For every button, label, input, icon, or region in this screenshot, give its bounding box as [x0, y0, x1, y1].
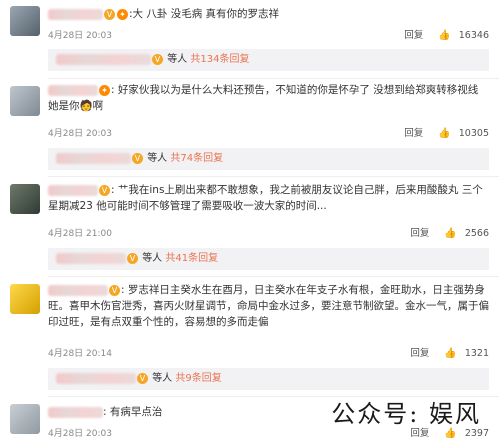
- reply-summary[interactable]: V 等人 共9条回复: [48, 368, 489, 390]
- username-blurred[interactable]: [48, 284, 108, 296]
- comment-actions: 回复 👍 2566: [404, 225, 489, 239]
- comment-actions: 回复 👍 1321: [404, 345, 489, 359]
- like-button[interactable]: 👍 1321: [438, 348, 489, 359]
- comment-actions: 回复 👍 16346: [398, 27, 489, 41]
- like-button[interactable]: 👍 2397: [438, 428, 489, 439]
- like-button[interactable]: 👍 2566: [438, 228, 489, 239]
- reply-button[interactable]: 回复: [404, 128, 423, 139]
- view-replies-link[interactable]: 共134条回复: [190, 54, 249, 65]
- reply-button[interactable]: 回复: [404, 30, 423, 41]
- avatar-emoji-icon: 🧑: [79, 100, 93, 112]
- username-blurred[interactable]: [48, 184, 98, 196]
- thumbs-up-icon: 👍: [438, 128, 451, 139]
- timestamp: 4月28日 20:03: [48, 31, 112, 41]
- avatar[interactable]: [10, 86, 40, 116]
- like-button[interactable]: 👍 16346: [432, 30, 489, 41]
- verified-badge-icon: V: [127, 252, 138, 264]
- username-blurred[interactable]: [48, 8, 103, 20]
- avatar[interactable]: [10, 184, 40, 214]
- view-replies-link[interactable]: 共9条回复: [175, 373, 221, 384]
- reply-user-blurred[interactable]: [56, 53, 151, 65]
- reply-user-blurred[interactable]: [56, 152, 131, 164]
- reply-user-blurred[interactable]: [56, 372, 136, 384]
- reply-summary[interactable]: V 等人 共41条回复: [48, 248, 489, 270]
- divider: [48, 78, 499, 79]
- verified-badge-icon: V: [104, 8, 115, 20]
- verified-badge-icon: V: [99, 184, 110, 196]
- username-blurred[interactable]: [48, 406, 103, 418]
- comment-text: V: 艹我在ins上刷出来都不敢想象，我之前被朋友议论自己胖，后来用酸酸丸 三个…: [48, 184, 483, 212]
- divider: [48, 276, 499, 277]
- verified-badge-icon: V: [132, 152, 143, 164]
- watermark: 公众号: 娱风: [331, 400, 481, 428]
- thumbs-up-icon: 👍: [444, 228, 457, 239]
- avatar[interactable]: [10, 6, 40, 36]
- verified-badge-icon: V: [152, 53, 163, 65]
- verified-badge-icon: V: [137, 372, 148, 384]
- reply-button[interactable]: 回复: [410, 348, 429, 359]
- divider: [48, 176, 499, 177]
- username-blurred[interactable]: [48, 84, 98, 96]
- thumbs-up-icon: 👍: [444, 428, 457, 439]
- avatar[interactable]: [10, 404, 40, 434]
- reply-button[interactable]: 回复: [410, 228, 429, 239]
- timestamp: 4月28日 20:03: [48, 429, 112, 439]
- like-button[interactable]: 👍 10305: [432, 128, 489, 139]
- view-replies-link[interactable]: 共74条回复: [170, 153, 223, 164]
- reply-summary[interactable]: V 等人 共74条回复: [48, 148, 489, 170]
- view-replies-link[interactable]: 共41条回复: [165, 253, 218, 264]
- avatar[interactable]: [10, 284, 40, 314]
- timestamp: 4月28日 20:14: [48, 349, 112, 359]
- vip-badge-icon: ✦: [117, 8, 128, 20]
- comment-text: V: 罗志祥日主癸水生在酉月，日主癸水在年支子水有根，金旺助水，日主强势身旺。喜…: [48, 284, 489, 328]
- vip-badge-icon: ✦: [99, 84, 110, 96]
- timestamp: 4月28日 20:03: [48, 129, 112, 139]
- comment-actions: 回复 👍 10305: [398, 125, 489, 139]
- thumbs-up-icon: 👍: [444, 348, 457, 359]
- thumbs-up-icon: 👍: [438, 30, 451, 41]
- reply-summary[interactable]: V 等人 共134条回复: [48, 49, 489, 71]
- comment-text: ✦: 好家伙我以为是什么大料还预告，不知道的你是怀孕了 没想到给郑爽转移视线 她…: [48, 84, 479, 112]
- comment-text: V ✦:大 八卦 没毛病 真有你的罗志祥: [48, 6, 489, 22]
- reply-user-blurred[interactable]: [56, 252, 126, 264]
- timestamp: 4月28日 21:00: [48, 229, 112, 239]
- verified-badge-icon: V: [109, 284, 120, 296]
- reply-button[interactable]: 回复: [410, 428, 429, 439]
